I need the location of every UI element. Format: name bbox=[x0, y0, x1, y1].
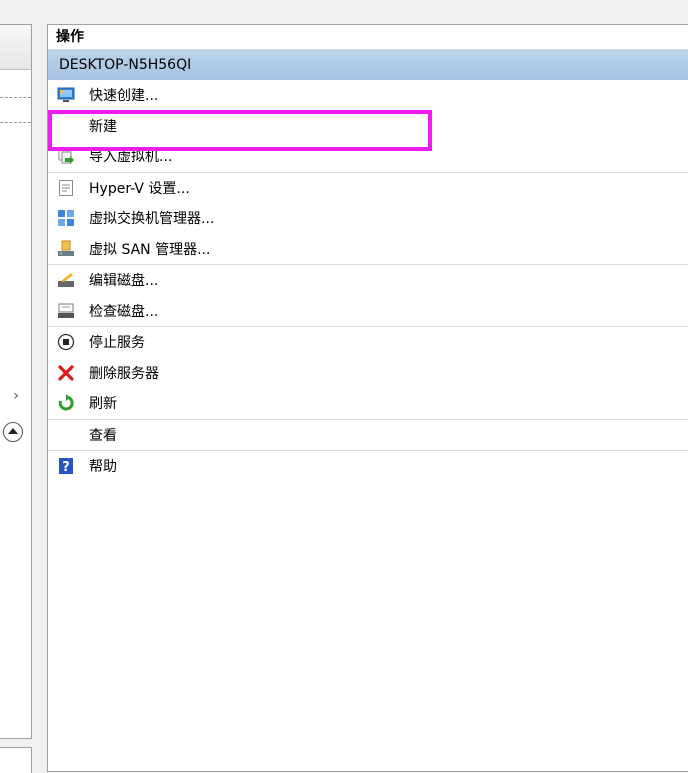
san-manager-icon bbox=[57, 240, 75, 258]
action-label: 快速创建... bbox=[89, 88, 159, 105]
action-list: 快速创建... 新建 导入虚拟机... Hyper-V 设置... 虚拟交换机管… bbox=[48, 80, 688, 482]
edit-disk-icon bbox=[57, 271, 75, 289]
action-stop-service[interactable]: 停止服务 bbox=[48, 327, 688, 358]
action-label: 虚拟 SAN 管理器... bbox=[89, 241, 211, 258]
left-pane-divider bbox=[0, 97, 31, 98]
settings-document-icon bbox=[57, 179, 75, 197]
left-pane: › bbox=[0, 24, 32, 739]
action-label: 导入虚拟机... bbox=[89, 149, 173, 166]
quick-create-icon bbox=[57, 86, 75, 104]
help-icon: ? bbox=[57, 457, 75, 475]
action-label: 新建 bbox=[89, 118, 117, 135]
action-label: 刷新 bbox=[89, 396, 117, 413]
scroll-right-arrow-icon[interactable]: › bbox=[4, 386, 28, 406]
action-hyperv-settings[interactable]: Hyper-V 设置... bbox=[48, 173, 688, 204]
chevron-up-icon bbox=[8, 428, 18, 434]
left-bottom-pane bbox=[0, 747, 32, 773]
action-help[interactable]: ? 帮助 bbox=[48, 451, 688, 482]
virtual-switch-icon bbox=[57, 209, 75, 227]
action-label: 帮助 bbox=[89, 459, 117, 476]
action-view[interactable]: 查看 bbox=[48, 420, 688, 451]
section-header-server[interactable]: DESKTOP-N5H56QI bbox=[48, 50, 688, 80]
stop-icon bbox=[57, 333, 75, 351]
action-quick-create[interactable]: 快速创建... bbox=[48, 80, 688, 111]
collapse-button[interactable] bbox=[3, 422, 23, 442]
left-pane-header bbox=[0, 25, 31, 70]
inspect-disk-icon bbox=[57, 302, 75, 320]
action-new[interactable]: 新建 bbox=[48, 111, 688, 142]
action-virtual-san-manager[interactable]: 虚拟 SAN 管理器... bbox=[48, 234, 688, 265]
action-label: 查看 bbox=[89, 427, 117, 444]
action-label: 停止服务 bbox=[89, 335, 145, 352]
actions-pane: 操作 DESKTOP-N5H56QI 快速创建... 新建 导入虚拟机... H… bbox=[47, 24, 688, 772]
action-edit-disk[interactable]: 编辑磁盘... bbox=[48, 265, 688, 296]
action-label: Hyper-V 设置... bbox=[89, 180, 190, 197]
actions-pane-title: 操作 bbox=[48, 25, 688, 50]
action-label: 检查磁盘... bbox=[89, 303, 159, 320]
svg-text:?: ? bbox=[62, 460, 70, 475]
action-inspect-disk[interactable]: 检查磁盘... bbox=[48, 296, 688, 327]
action-label: 编辑磁盘... bbox=[89, 273, 159, 290]
import-vm-icon bbox=[57, 147, 75, 165]
delete-x-icon bbox=[57, 364, 75, 382]
action-import-vm[interactable]: 导入虚拟机... bbox=[48, 141, 688, 173]
action-delete-server[interactable]: 删除服务器 bbox=[48, 358, 688, 389]
left-pane-divider bbox=[0, 122, 31, 123]
action-label: 删除服务器 bbox=[89, 365, 159, 382]
refresh-icon bbox=[57, 394, 75, 412]
action-virtual-switch-manager[interactable]: 虚拟交换机管理器... bbox=[48, 203, 688, 234]
action-refresh[interactable]: 刷新 bbox=[48, 388, 688, 420]
action-label: 虚拟交换机管理器... bbox=[89, 211, 215, 228]
